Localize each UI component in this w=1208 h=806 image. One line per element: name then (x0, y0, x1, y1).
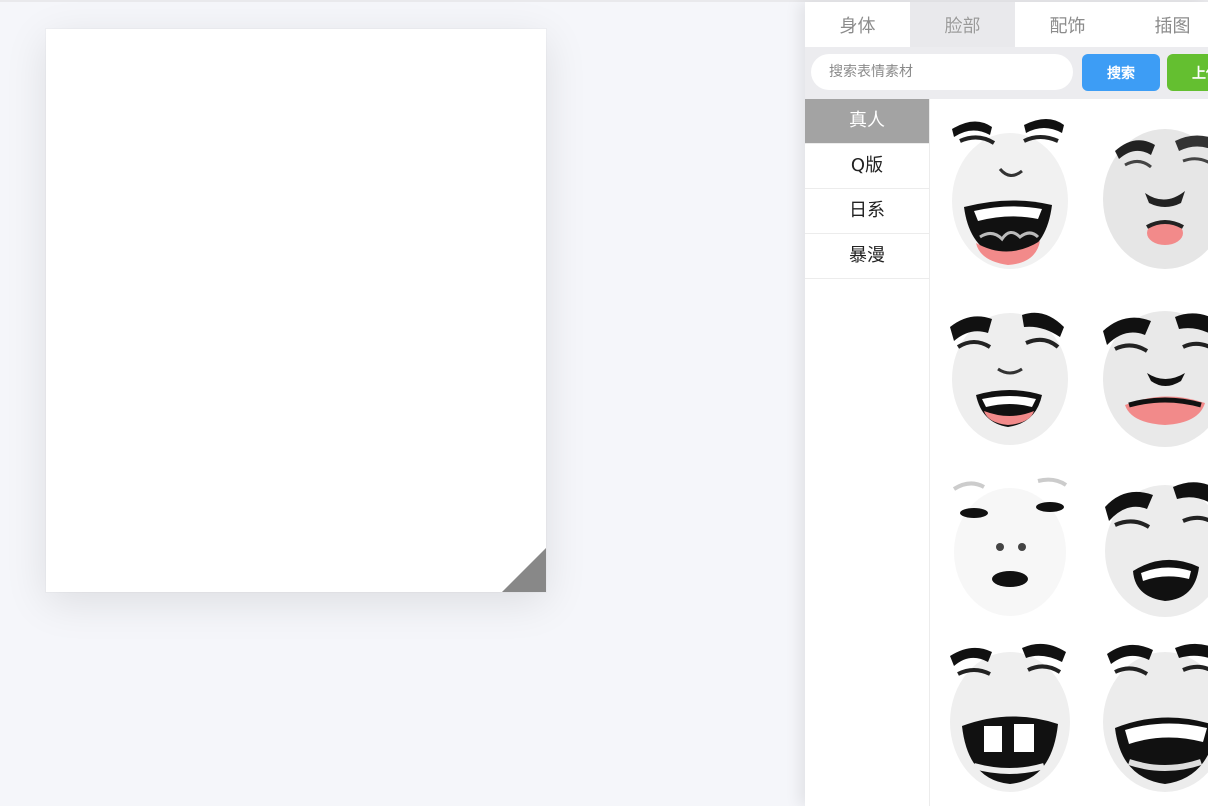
gap-tooth-laugh-face-icon (950, 643, 1070, 792)
upload-button[interactable]: 上传 (1167, 54, 1208, 91)
big-laugh-face-icon (1103, 643, 1208, 792)
tab-illustration[interactable]: 插图 (1120, 2, 1208, 47)
face-item[interactable] (1095, 111, 1208, 276)
tab-body[interactable]: 身体 (805, 2, 910, 47)
search-input[interactable] (811, 54, 1073, 90)
face-item[interactable] (940, 634, 1080, 799)
face-item[interactable] (940, 111, 1080, 276)
sidebar-item-real-person[interactable]: 真人 (805, 99, 929, 144)
sidebar-item-rage-comic[interactable]: 暴漫 (805, 234, 929, 279)
kissing-face-icon (1103, 129, 1208, 269)
style-sidebar: 真人 Q版 日系 暴漫 (805, 99, 930, 806)
face-item[interactable] (1095, 634, 1208, 799)
page-curl-icon[interactable] (502, 548, 546, 592)
face-grid (930, 99, 1208, 806)
sad-lips-face-icon (1103, 311, 1208, 447)
sidebar-item-q-style[interactable]: Q版 (805, 144, 929, 189)
face-item[interactable] (1095, 297, 1208, 462)
search-button[interactable]: 搜索 (1082, 54, 1160, 91)
blank-face-icon (952, 477, 1068, 616)
category-tabs: 身体 脸部 配饰 插图 (805, 2, 1208, 47)
face-item[interactable] (1095, 467, 1208, 632)
crying-face-icon (950, 312, 1068, 445)
face-item[interactable] (940, 467, 1080, 632)
search-bar: 搜索 上传 (805, 47, 1208, 99)
sidebar-item-japanese[interactable]: 日系 (805, 189, 929, 234)
tab-face[interactable]: 脸部 (910, 2, 1015, 47)
grimace-face-icon (1105, 482, 1208, 617)
canvas-paper[interactable] (46, 29, 546, 592)
material-panel: 身体 脸部 配饰 插图 搜索 上传 真人 Q版 日系 暴漫 (805, 2, 1208, 806)
face-item[interactable] (940, 297, 1080, 462)
tab-accessories[interactable]: 配饰 (1015, 2, 1120, 47)
laughing-face-icon (952, 119, 1068, 269)
